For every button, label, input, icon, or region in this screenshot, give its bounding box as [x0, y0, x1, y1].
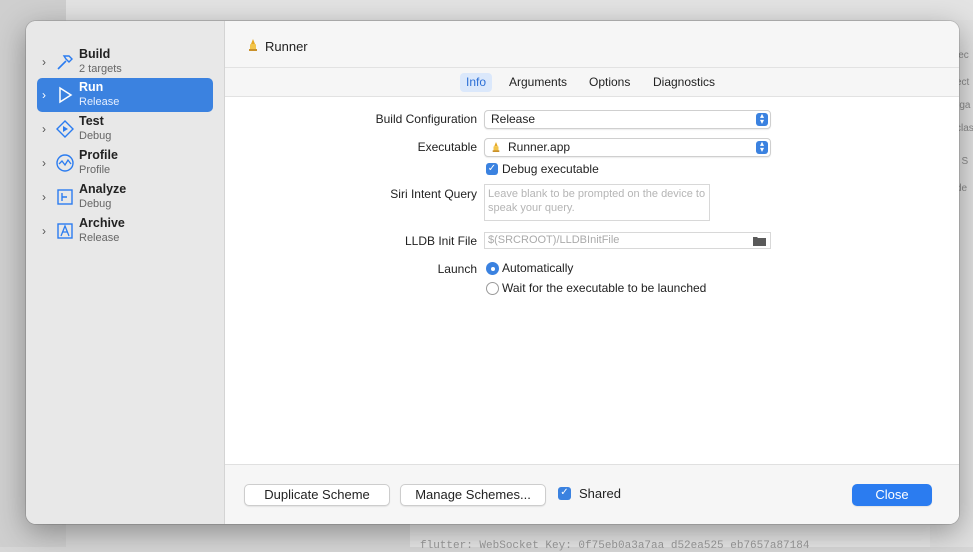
analyze-icon	[57, 189, 73, 205]
build-configuration-popup[interactable]: Release ▴ ▾	[484, 110, 771, 129]
chevron-right-icon[interactable]: ›	[42, 122, 46, 136]
siri-intent-query-label: Siri Intent Query	[390, 187, 477, 201]
tab-bar: Info Arguments Options Diagnostics	[225, 68, 959, 97]
scheme-editor-sheet: › Build 2 targets › Run Release › Test D…	[26, 21, 959, 524]
shared-checkbox[interactable]: ✓	[558, 487, 571, 500]
scheme-target-title: Runner	[265, 39, 308, 54]
chevron-right-icon[interactable]: ›	[42, 224, 46, 238]
sidebar-item-subtitle: Debug	[79, 198, 112, 210]
lldb-init-file-input[interactable]: $(SRCROOT)/LLDBInitFile	[484, 232, 771, 249]
scheme-header: Runner	[225, 21, 959, 68]
executable-label: Executable	[417, 140, 477, 154]
archive-icon	[57, 223, 73, 239]
scheme-detail-pane: Runner Info Arguments Options Diagnostic…	[225, 21, 959, 524]
manage-schemes-button[interactable]: Manage Schemes...	[400, 484, 546, 506]
app-target-icon	[492, 142, 500, 152]
debug-executable-label: Debug executable	[502, 162, 599, 176]
sidebar-item-run[interactable]: › Run Release	[37, 78, 213, 112]
lldb-init-file-label: LLDB Init File	[404, 234, 477, 248]
sidebar-item-title: Run	[79, 80, 104, 94]
background-window-top	[66, 0, 973, 20]
sidebar-item-archive[interactable]: › Archive Release	[37, 214, 213, 248]
sidebar-item-subtitle: Release	[79, 96, 120, 108]
sidebar-item-subtitle: 2 targets	[79, 63, 122, 75]
app-target-icon	[249, 39, 257, 51]
test-diamond-icon	[56, 120, 74, 138]
launch-wait-radio[interactable]	[486, 282, 499, 295]
play-icon	[59, 86, 73, 104]
debug-executable-checkbox[interactable]: ✓	[486, 163, 498, 175]
hammer-icon	[57, 55, 73, 70]
sheet-footer: Duplicate Scheme Manage Schemes... ✓ Sha…	[225, 464, 959, 524]
gauge-icon	[56, 154, 74, 172]
sidebar-item-subtitle: Profile	[79, 164, 111, 176]
launch-automatically-radio[interactable]	[486, 262, 499, 275]
launch-label: Launch	[437, 262, 477, 276]
popup-stepper-icon: ▴ ▾	[756, 112, 768, 126]
chevron-right-icon[interactable]: ›	[42, 88, 46, 102]
tab-options[interactable]: Options	[583, 73, 636, 92]
close-button[interactable]: Close	[852, 484, 932, 506]
sidebar-item-title: Build	[79, 47, 111, 61]
build-configuration-value: Release	[491, 112, 536, 126]
executable-value: Runner.app	[508, 140, 571, 154]
chevron-right-icon[interactable]: ›	[42, 55, 46, 69]
shared-label: Shared	[579, 486, 621, 501]
tab-info[interactable]: Info	[460, 73, 493, 92]
siri-intent-query-input[interactable]: Leave blank to be prompted on the device…	[484, 184, 710, 221]
tab-arguments[interactable]: Arguments	[503, 73, 573, 92]
folder-icon[interactable]	[753, 236, 766, 246]
sidebar-item-title: Analyze	[79, 182, 127, 196]
sidebar-item-analyze[interactable]: › Analyze Debug	[37, 180, 213, 214]
sidebar-item-subtitle: Debug	[79, 130, 112, 142]
executable-popup[interactable]: Runner.app ▴ ▾	[484, 138, 771, 157]
sidebar-item-test[interactable]: › Test Debug	[37, 112, 213, 146]
sidebar-item-title: Archive	[79, 216, 125, 230]
sidebar-item-build[interactable]: › Build 2 targets	[37, 45, 213, 79]
lldb-init-file-placeholder: $(SRCROOT)/LLDBInitFile	[488, 234, 620, 246]
chevron-right-icon[interactable]: ›	[42, 156, 46, 170]
chevron-right-icon[interactable]: ›	[42, 190, 46, 204]
sidebar-item-title: Test	[79, 114, 104, 128]
build-configuration-label: Build Configuration	[375, 112, 477, 126]
sidebar-item-profile[interactable]: › Profile Profile	[37, 146, 213, 180]
duplicate-scheme-button[interactable]: Duplicate Scheme	[244, 484, 390, 506]
console-line: flutter: WebSocket Key: 0f75eb0a3a7aa d5…	[420, 540, 810, 552]
scheme-actions-sidebar: › Build 2 targets › Run Release › Test D…	[26, 21, 225, 524]
popup-stepper-icon: ▴ ▾	[756, 140, 768, 154]
sidebar-item-subtitle: Release	[79, 232, 120, 244]
tab-diagnostics[interactable]: Diagnostics	[647, 73, 721, 92]
sidebar-item-title: Profile	[79, 148, 118, 162]
launch-wait-label: Wait for the executable to be launched	[502, 281, 707, 295]
launch-automatically-label: Automatically	[502, 261, 574, 275]
